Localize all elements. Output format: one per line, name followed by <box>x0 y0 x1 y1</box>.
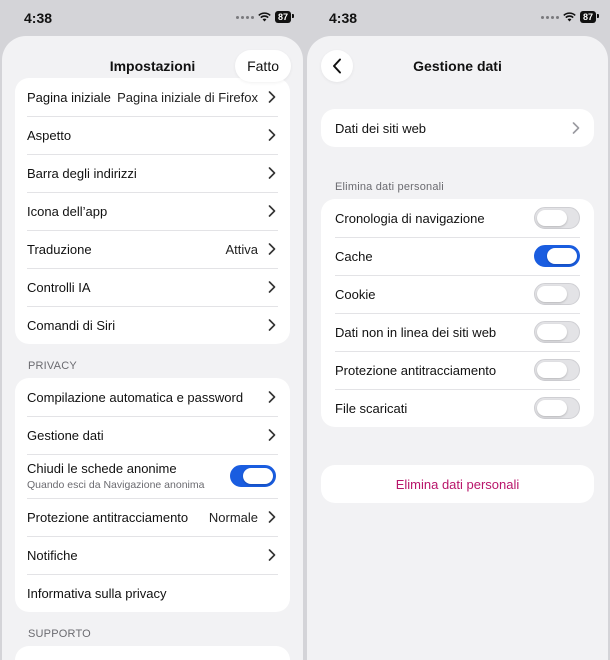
privacy-section-header: PRIVACY <box>28 360 77 372</box>
chevron-right-icon <box>268 319 276 331</box>
settings-item-notifications[interactable]: Notifiche <box>15 536 290 574</box>
data-management-sheet: Gestione dati Dati dei siti web Elimina … <box>307 36 608 660</box>
clear-option-label: Cookie <box>335 286 376 302</box>
clear-option-cache: Cache <box>321 237 594 275</box>
settings-item-label: Aspetto <box>27 127 72 143</box>
settings-item-siri[interactable]: Comandi di Siri <box>15 306 290 344</box>
settings-item-data-management[interactable]: Gestione dati <box>15 416 290 454</box>
settings-item-value: Attiva <box>225 241 258 257</box>
website-data-group: Dati dei siti web <box>321 109 594 147</box>
settings-item-translation[interactable]: Traduzione Attiva <box>15 230 290 268</box>
settings-item-label: Protezione antitracciamento <box>27 509 189 525</box>
status-time: 4:38 <box>24 10 53 26</box>
downloads-toggle[interactable] <box>534 397 580 419</box>
settings-item-label: Icona dell’app <box>27 203 108 219</box>
chevron-right-icon <box>268 91 276 103</box>
settings-item-value: Pagina iniziale di Firefox <box>117 89 258 105</box>
toggle-knob <box>537 324 567 340</box>
status-bar: 4:38 87 <box>0 0 305 36</box>
support-settings-group <box>15 646 290 660</box>
chevron-right-icon <box>268 511 276 523</box>
settings-item-subtitle: Quando esci da Navigazione anonima <box>27 479 205 491</box>
settings-item-label: Traduzione <box>27 241 92 257</box>
cookies-toggle[interactable] <box>534 283 580 305</box>
chevron-right-icon <box>268 281 276 293</box>
settings-sheet: Impostazioni Fatto Pagina iniziale Pagin… <box>2 36 303 660</box>
clear-data-section-header: Elimina dati personali <box>335 181 444 193</box>
history-toggle[interactable] <box>534 207 580 229</box>
clear-option-label: Cache <box>335 248 373 264</box>
toggle-knob <box>537 286 567 302</box>
clear-option-label: Dati non in linea dei siti web <box>335 324 497 340</box>
clear-personal-data-button[interactable]: Elimina dati personali <box>321 465 594 503</box>
settings-item-label: Dati dei siti web <box>335 120 427 136</box>
settings-item-label: Barra degli indirizzi <box>27 165 137 181</box>
clear-option-tracking-protection: Protezione antitracciamento <box>321 351 594 389</box>
settings-item-label: Controlli IA <box>27 279 91 295</box>
toggle-knob <box>547 248 577 264</box>
settings-item-privacy-policy[interactable]: Informativa sulla privacy <box>15 574 290 612</box>
clear-option-cookies: Cookie <box>321 275 594 313</box>
settings-item-label: Informativa sulla privacy <box>27 585 167 601</box>
chevron-right-icon <box>268 129 276 141</box>
status-time: 4:38 <box>329 10 358 26</box>
clear-data-options-group: Cronologia di navigazione Cache Cookie D… <box>321 199 594 427</box>
battery-icon: 87 <box>579 11 600 23</box>
page-title: Gestione dati <box>413 58 502 74</box>
clear-data-button-group: Elimina dati personali <box>321 465 594 503</box>
settings-item-value: Normale <box>208 509 258 525</box>
clear-option-history: Cronologia di navigazione <box>321 199 594 237</box>
chevron-right-icon <box>268 429 276 441</box>
chevron-right-icon <box>268 391 276 403</box>
cache-toggle[interactable] <box>534 245 580 267</box>
tracking-protection-toggle[interactable] <box>534 359 580 381</box>
settings-item-label: Comandi di Siri <box>27 317 116 333</box>
general-settings-group: Pagina iniziale Pagina iniziale di Firef… <box>15 78 290 344</box>
settings-item-label: Pagina iniziale <box>27 89 111 105</box>
support-section-header: SUPPORTO <box>28 628 91 640</box>
status-icons: 87 <box>235 11 295 23</box>
website-data-item[interactable]: Dati dei siti web <box>321 109 594 147</box>
settings-item-label: Compilazione automatica e password <box>27 389 244 405</box>
settings-item-ai-controls[interactable]: Controlli IA <box>15 268 290 306</box>
clear-option-offline-data: Dati non in linea dei siti web <box>321 313 594 351</box>
toggle-knob <box>243 468 273 484</box>
chevron-right-icon <box>268 243 276 255</box>
signal-icon <box>235 15 254 19</box>
toggle-knob <box>537 210 567 226</box>
wifi-icon <box>563 12 576 22</box>
offline-data-toggle[interactable] <box>534 321 580 343</box>
toggle-knob <box>537 400 567 416</box>
settings-item-appearance[interactable]: Aspetto <box>15 116 290 154</box>
settings-item-text: Chiudi le schede anonime Quando esci da … <box>27 461 230 491</box>
settings-item-tracking-protection[interactable]: Protezione antitracciamento Normale <box>15 498 290 536</box>
status-bar: 4:38 87 <box>305 0 610 36</box>
wifi-icon <box>258 12 271 22</box>
close-private-tabs-toggle[interactable] <box>230 465 276 487</box>
clear-option-label: Cronologia di navigazione <box>335 210 485 226</box>
chevron-right-icon <box>268 167 276 179</box>
chevron-right-icon <box>268 205 276 217</box>
settings-item-label: Gestione dati <box>27 427 104 443</box>
settings-item-home[interactable]: Pagina iniziale Pagina iniziale di Firef… <box>15 78 290 116</box>
signal-icon <box>540 15 559 19</box>
status-icons: 87 <box>540 11 600 23</box>
clear-option-label: File scaricati <box>335 400 408 416</box>
settings-item-autofill[interactable]: Compilazione automatica e password <box>15 378 290 416</box>
settings-item-close-private-tabs: Chiudi le schede anonime Quando esci da … <box>15 454 290 498</box>
clear-option-label: Protezione antitracciamento <box>335 362 497 378</box>
data-management-navbar: Gestione dati <box>307 36 608 96</box>
chevron-right-icon <box>268 549 276 561</box>
settings-item-label: Notifiche <box>27 547 78 563</box>
settings-item-address-bar[interactable]: Barra degli indirizzi <box>15 154 290 192</box>
privacy-settings-group: Compilazione automatica e password Gesti… <box>15 378 290 612</box>
chevron-right-icon <box>572 122 580 134</box>
settings-item-label: Chiudi le schede anonime <box>27 461 177 476</box>
clear-option-downloads: File scaricati <box>321 389 594 427</box>
toggle-knob <box>537 362 567 378</box>
battery-icon: 87 <box>274 11 295 23</box>
data-management-screen: 4:38 87 Gestione dati Dati dei siti web … <box>305 0 610 660</box>
settings-item-app-icon[interactable]: Icona dell’app <box>15 192 290 230</box>
settings-screen: 4:38 87 Impostazioni Fatto Pagina inizia… <box>0 0 305 660</box>
